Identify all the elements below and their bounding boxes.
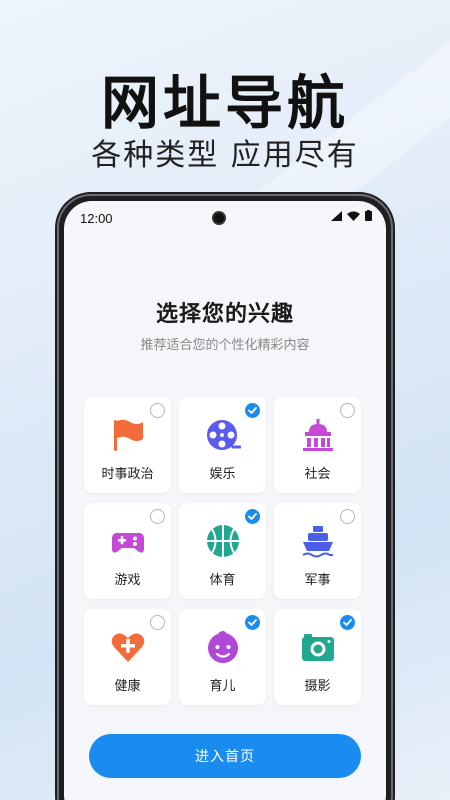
baby-face-icon — [208, 631, 238, 663]
checkbox-entertainment[interactable] — [245, 403, 260, 418]
interest-card-military[interactable]: 军事 — [274, 503, 361, 599]
interest-card-health[interactable]: 健康 — [84, 609, 171, 705]
checkbox-health[interactable] — [150, 615, 165, 630]
interest-label: 摄影 — [304, 679, 331, 694]
wifi-icon — [347, 211, 360, 221]
checkmark-icon — [248, 513, 257, 520]
status-icons — [331, 210, 372, 221]
status-time: 12:00 — [80, 211, 113, 226]
basketball-icon — [207, 525, 239, 557]
checkbox-military[interactable] — [340, 509, 355, 524]
battery-icon — [365, 210, 372, 221]
interest-label: 娱乐 — [209, 467, 236, 482]
interest-card-politics[interactable]: 时事政治 — [84, 397, 171, 493]
page-subtitle: 推荐适合您的个性化精彩内容 — [140, 338, 310, 353]
phone-frame: 12:00 选择您的兴趣 推荐适合您的个性化精彩内容 时事政治 娱乐 社会 游戏… — [55, 192, 395, 800]
interest-label: 游戏 — [114, 573, 141, 588]
checkmark-icon — [343, 619, 352, 626]
front-camera — [212, 211, 226, 225]
interest-card-photography[interactable]: 摄影 — [274, 609, 361, 705]
enter-home-button[interactable]: 进入首页 — [89, 734, 361, 778]
interest-label: 育儿 — [209, 679, 236, 694]
building-icon — [303, 419, 333, 451]
film-reel-icon — [207, 420, 241, 450]
interest-card-games[interactable]: 游戏 — [84, 503, 171, 599]
checkbox-politics[interactable] — [150, 403, 165, 418]
gamepad-icon — [112, 533, 144, 553]
signal-icon — [331, 210, 342, 221]
camera-icon — [302, 634, 334, 661]
interest-card-parenting[interactable]: 育儿 — [179, 609, 266, 705]
phone-screen: 12:00 选择您的兴趣 推荐适合您的个性化精彩内容 时事政治 娱乐 社会 游戏… — [64, 201, 386, 800]
status-bar: 12:00 — [64, 201, 386, 231]
interest-label: 时事政治 — [101, 467, 154, 482]
banner-subtitle: 各种类型 应用尽有 — [91, 138, 359, 173]
checkbox-games[interactable] — [150, 509, 165, 524]
interest-card-sports[interactable]: 体育 — [179, 503, 266, 599]
ship-icon — [302, 526, 333, 558]
flag-icon — [114, 419, 143, 451]
checkbox-sports[interactable] — [245, 509, 260, 524]
checkmark-icon — [248, 407, 257, 414]
checkbox-parenting[interactable] — [245, 615, 260, 630]
checkbox-photography[interactable] — [340, 615, 355, 630]
heart-plus-icon — [111, 633, 145, 662]
checkmark-icon — [248, 619, 257, 626]
interest-label: 军事 — [304, 573, 331, 588]
interest-label: 体育 — [209, 573, 236, 588]
interest-label: 健康 — [114, 679, 141, 694]
interest-label: 社会 — [304, 467, 331, 482]
page-title: 选择您的兴趣 — [155, 302, 294, 327]
interest-grid: 时事政治 娱乐 社会 游戏 体育 军事 健康 育儿 摄影 — [84, 397, 378, 705]
banner-title: 网址导航 — [100, 69, 349, 137]
interest-card-society[interactable]: 社会 — [274, 397, 361, 493]
checkbox-society[interactable] — [340, 403, 355, 418]
interest-card-entertainment[interactable]: 娱乐 — [179, 397, 266, 493]
